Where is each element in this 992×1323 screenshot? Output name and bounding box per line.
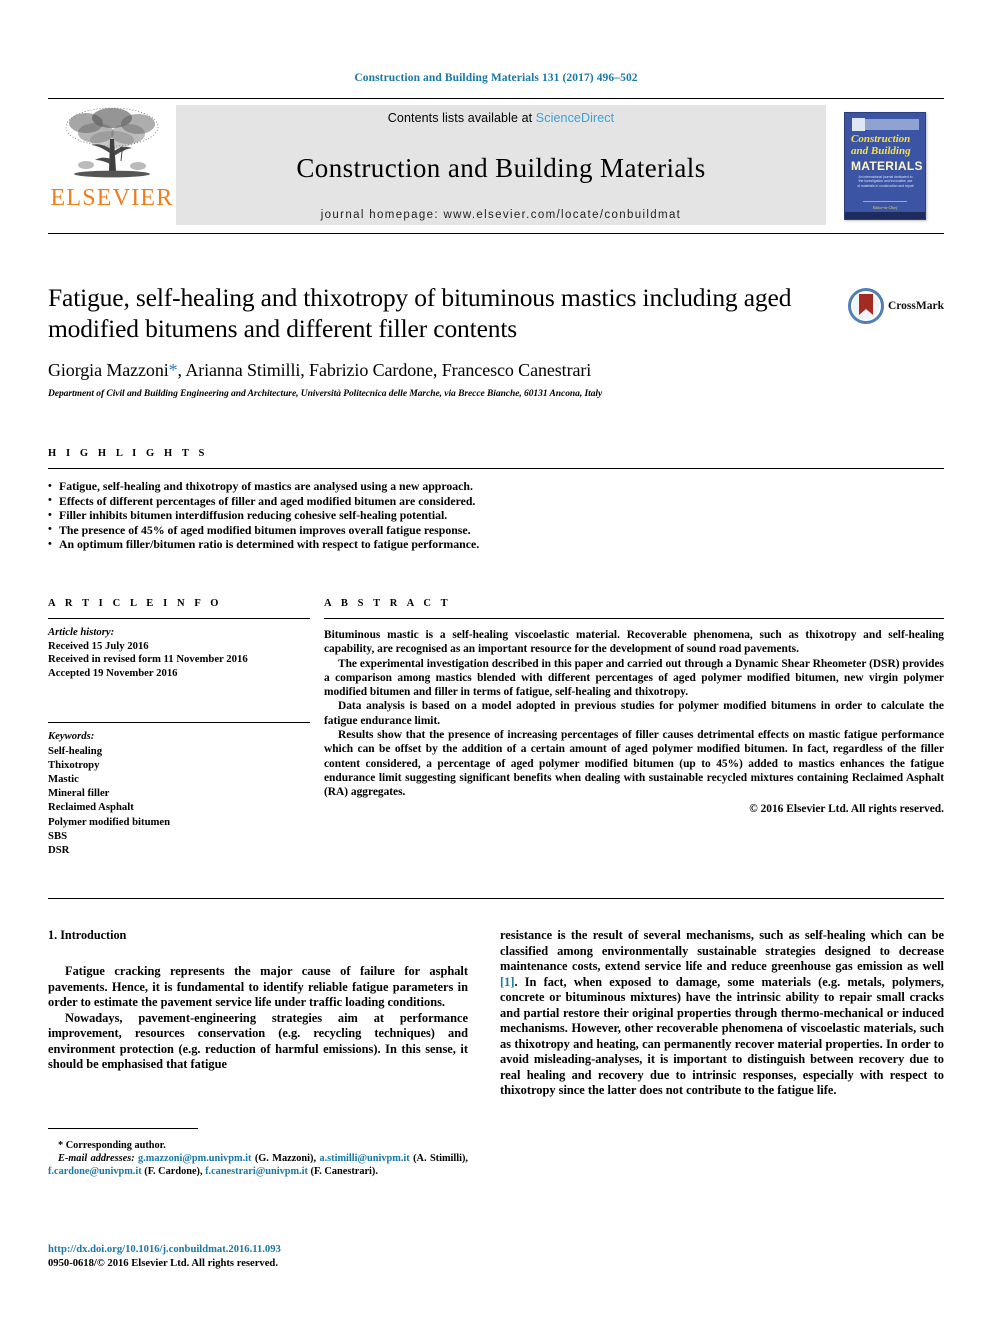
highlights-divider [48, 468, 944, 469]
doi-block: http://dx.doi.org/10.1016/j.conbuildmat.… [48, 1243, 508, 1271]
article-info-section: A R T I C L E I N F O Article history: R… [48, 598, 310, 857]
abstract-paragraph: The experimental investigation described… [324, 657, 944, 699]
keywords-heading: Keywords: [48, 730, 95, 743]
cover-subtitle: An international journal dedicated to th… [857, 175, 914, 188]
keywords-block: Keywords: Self-healing Thixotropy Mastic… [48, 729, 310, 857]
email-addresses-note: E-mail addresses: g.mazzoni@pm.univpm.it… [48, 1152, 468, 1178]
keyword-item: Reclaimed Asphalt [48, 801, 134, 814]
crossmark-badge[interactable]: CrossMark [847, 288, 944, 324]
cover-title-line-1: Construction [851, 133, 911, 145]
corresponding-author-marker: * [168, 360, 178, 380]
journal-masthead: ELSEVIER Contents lists available at Sci… [48, 98, 944, 234]
footnote-divider [48, 1128, 198, 1129]
keyword-item: Polymer modified bitumen [48, 815, 171, 828]
abstract-heading: A B S T R A C T [324, 598, 452, 609]
cover-bottom-band [845, 212, 925, 219]
email-link[interactable]: a.stimilli@univpm.it [319, 1153, 409, 1164]
abstract-paragraph: Bituminous mastic is a self-healing visc… [324, 629, 944, 656]
article-history-heading: Article history: [48, 626, 115, 638]
revised-date: Received in revised form 11 November 201… [48, 653, 248, 666]
email-owner: (A. Stimilli), [413, 1153, 468, 1165]
author-list: Giorgia Mazzoni*, Arianna Stimilli, Fabr… [48, 360, 944, 381]
article-history-block: Article history: Received 15 July 2016 R… [48, 626, 310, 680]
keyword-item: Thixotropy [48, 758, 100, 771]
body-column-right: resistance is the result of several mech… [500, 928, 944, 1099]
introduction-right-text: resistance is the result of several mech… [500, 928, 944, 1099]
highlights-heading: H I G H L I G H T S [48, 448, 208, 459]
elsevier-tree-icon [65, 107, 159, 178]
contents-prefix-text: Contents lists available at [387, 111, 533, 125]
cover-elsevier-mark-icon [852, 118, 865, 131]
abstract-body: Bituminous mastic is a self-healing visc… [324, 628, 944, 800]
cover-footer-text: Editor-in-Chief [872, 205, 898, 210]
footnote-block: * Corresponding author. E-mail addresses… [48, 1139, 468, 1179]
abstract-divider [324, 618, 944, 619]
doi-link[interactable]: http://dx.doi.org/10.1016/j.conbuildmat.… [48, 1243, 508, 1257]
corresponding-author-note: * Corresponding author. [58, 1140, 166, 1151]
highlights-list: Fatigue, self-healing and thixotropy of … [48, 479, 944, 552]
intro-text-before-citation: resistance is the result of several mech… [500, 928, 944, 973]
list-item: The presence of 45% of aged modified bit… [48, 522, 944, 538]
email-owner: (F. Canestrari). [310, 1166, 378, 1178]
section-heading-introduction: 1. Introduction [48, 928, 127, 942]
article-info-divider [48, 618, 310, 619]
contents-available-line: Contents lists available at ScienceDirec… [388, 111, 614, 125]
journal-info-block: Contents lists available at ScienceDirec… [176, 105, 826, 225]
keyword-item: Mineral filler [48, 787, 110, 800]
body-paragraph: Fatigue cracking represents the major ca… [48, 964, 468, 1009]
keyword-item: SBS [48, 829, 68, 842]
journal-homepage-link[interactable]: journal homepage: www.elsevier.com/locat… [321, 209, 681, 221]
journal-cover-thumbnail[interactable]: Construction and Building MATERIALS An i… [844, 112, 926, 220]
list-item: Fatigue, self-healing and thixotropy of … [48, 479, 944, 494]
highlights-section: H I G H L I G H T S Fatigue, self-healin… [48, 448, 944, 552]
accepted-date: Accepted 19 November 2016 [48, 666, 178, 679]
abstract-paragraph: Results show that the presence of increa… [324, 729, 944, 799]
keywords-divider [48, 722, 310, 724]
email-link[interactable]: f.canestrari@univpm.it [205, 1166, 308, 1177]
body-column-left: 1. Introduction Fatigue cracking represe… [48, 928, 468, 1073]
cover-title-line-3: MATERIALS [851, 159, 923, 173]
crossmark-icon [847, 288, 884, 324]
body-top-divider [48, 898, 944, 899]
elsevier-wordmark: ELSEVIER [50, 185, 174, 211]
keyword-item: Mastic [48, 772, 79, 785]
crossmark-label: CrossMark [887, 300, 944, 312]
abstract-copyright: © 2016 Elsevier Ltd. All rights reserved… [749, 802, 944, 815]
email-owner: (G. Mazzoni), [254, 1153, 317, 1165]
body-paragraph-continued: resistance is the result of several mech… [500, 928, 944, 1099]
paper-page: Construction and Building Materials 131 … [0, 0, 992, 1323]
abstract-paragraph: Data analysis is based on a model adopte… [324, 700, 944, 727]
article-info-heading: A R T I C L E I N F O [48, 598, 223, 609]
author-others: , Arianna Stimilli, Fabrizio Cardone, Fr… [177, 360, 592, 380]
email-label: E-mail addresses: [58, 1153, 135, 1165]
journal-title: Construction and Building Materials [296, 152, 706, 183]
page-title: Fatigue, self-healing and thixotropy of … [48, 283, 792, 343]
citation-link-1[interactable]: [1] [500, 975, 514, 989]
title-block: Fatigue, self-healing and thixotropy of … [48, 282, 944, 399]
list-item: Filler inhibits bitumen interdiffusion r… [48, 508, 944, 523]
body-paragraph: Nowadays, pavement-engineering strategie… [48, 1010, 468, 1072]
cover-divider [863, 201, 907, 202]
email-owner: (F. Cardone), [144, 1166, 203, 1178]
keyword-item: Self-healing [48, 744, 103, 757]
keyword-item: DSR [48, 844, 70, 856]
introduction-left-text: Fatigue cracking represents the major ca… [48, 964, 468, 1073]
running-head: Construction and Building Materials 131 … [354, 72, 638, 84]
intro-text-after-citation: . In fact, when exposed to damage, some … [500, 974, 944, 1098]
cover-title-line-2: and Building [851, 145, 911, 157]
journal-cover-wrap: Construction and Building MATERIALS An i… [826, 99, 944, 233]
abstract-section: A B S T R A C T Bituminous mastic is a s… [324, 598, 944, 815]
affiliation: Department of Civil and Building Enginee… [48, 389, 603, 399]
elsevier-logo: ELSEVIER [48, 99, 176, 233]
email-link[interactable]: g.mazzoni@pm.univpm.it [138, 1153, 251, 1164]
issn-copyright-line: 0950-0618/© 2016 Elsevier Ltd. All right… [48, 1258, 278, 1269]
list-item: Effects of different percentages of fill… [48, 493, 944, 509]
sciencedirect-link[interactable]: ScienceDirect [536, 111, 614, 125]
received-date: Received 15 July 2016 [48, 639, 149, 652]
author-primary: Giorgia Mazzoni [48, 360, 169, 380]
list-item: An optimum filler/bitumen ratio is deter… [48, 537, 944, 552]
email-link[interactable]: f.cardone@univpm.it [48, 1166, 142, 1177]
